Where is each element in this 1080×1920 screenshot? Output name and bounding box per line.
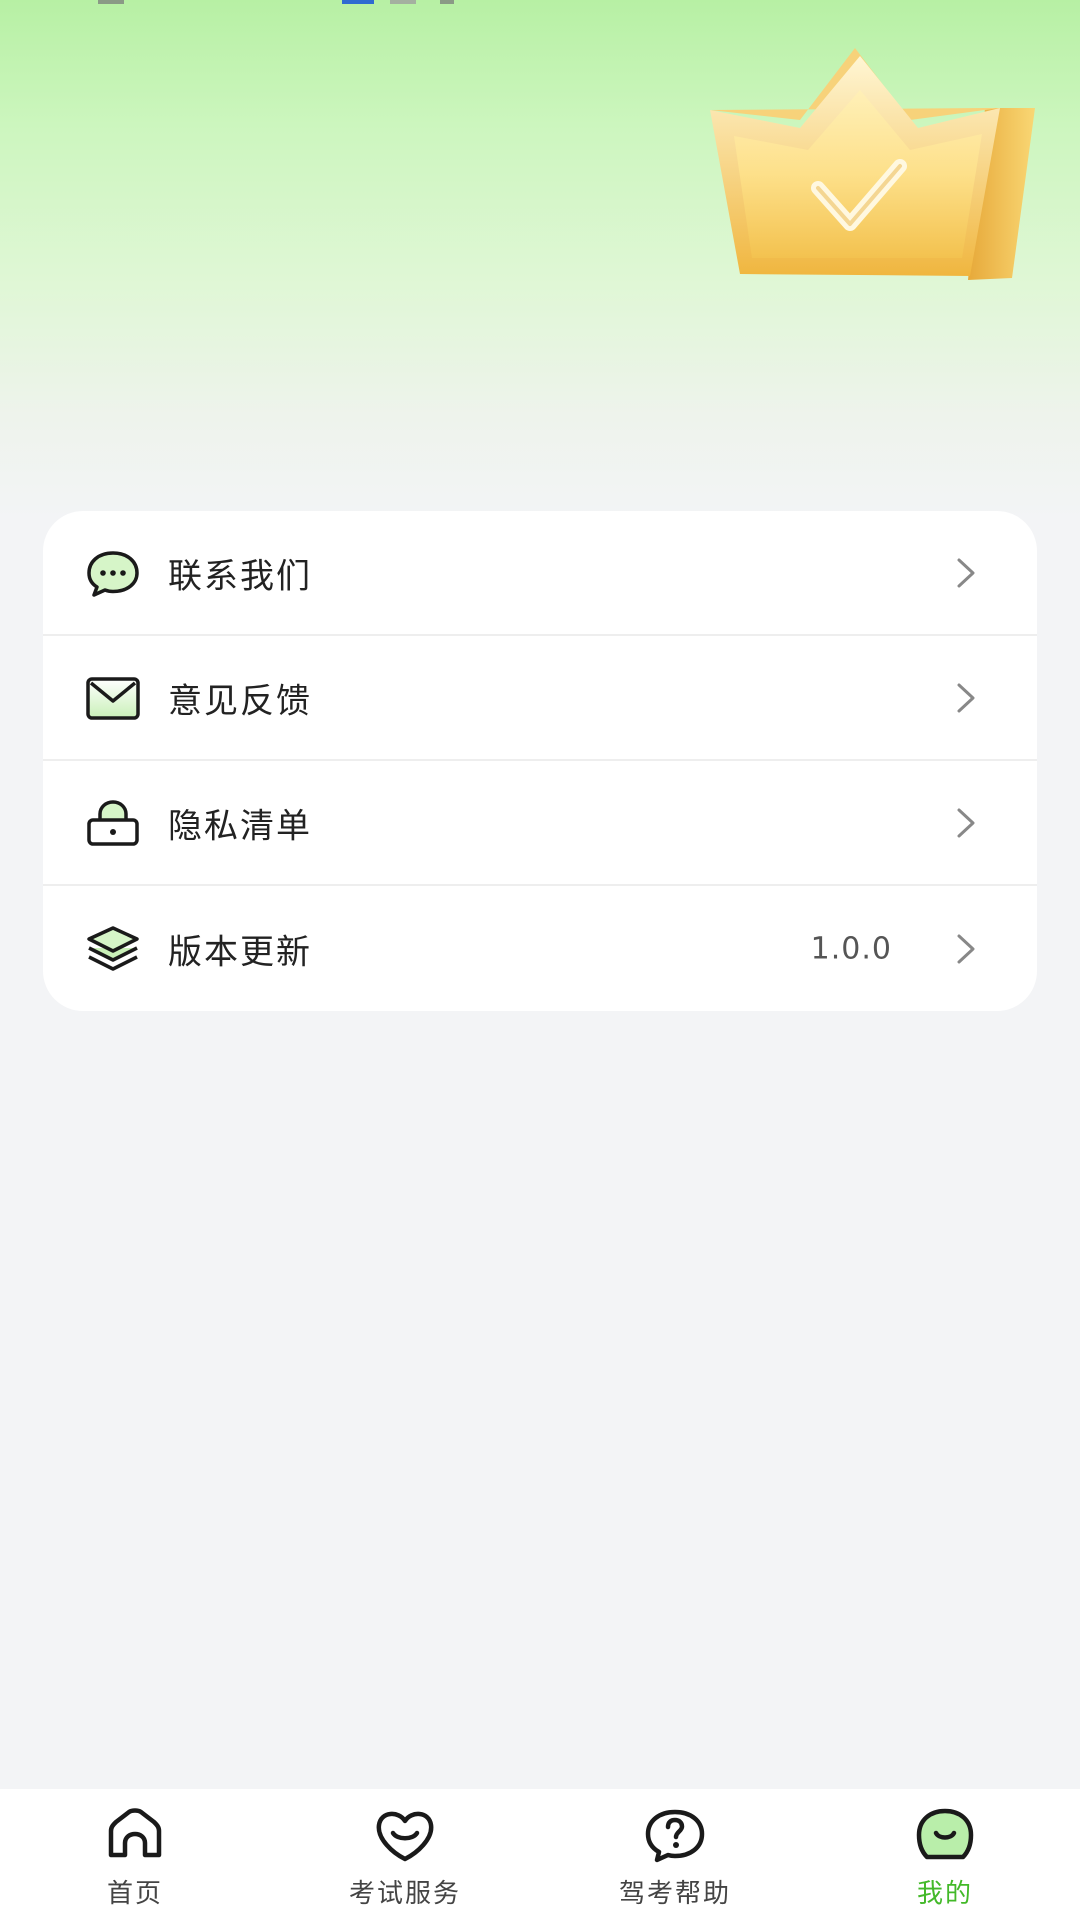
menu-item-privacy-list[interactable]: 隐私清单 [43, 761, 1037, 886]
version-number: 1.0.0 [810, 931, 892, 966]
menu-item-label: 版本更新 [168, 932, 312, 972]
lock-icon [87, 799, 139, 846]
chevron-right-icon [957, 558, 975, 587]
tab-home[interactable]: 首页 [0, 1789, 270, 1920]
profile-page: 联系我们 意见反馈 隐私清单 版本更新 1.0.0 首页 考试服务 驾考帮助 我… [0, 0, 1080, 1920]
tab-label: 驾考帮助 [618, 1879, 731, 1909]
chevron-right-icon [957, 934, 975, 963]
crown-check-icon [710, 48, 1035, 280]
tab-label: 考试服务 [348, 1879, 461, 1909]
bottom-tab-bar: 首页 考试服务 驾考帮助 我的 [0, 1789, 1080, 1920]
menu-item-label: 联系我们 [168, 556, 312, 596]
profile-icon [916, 1808, 974, 1860]
tab-driving-help[interactable]: 驾考帮助 [540, 1789, 810, 1920]
menu-item-feedback[interactable]: 意见反馈 [43, 636, 1037, 761]
menu-item-label: 意见反馈 [168, 681, 312, 721]
heart-smile-icon [376, 1811, 434, 1862]
tab-label: 我的 [916, 1879, 973, 1909]
menu-item-version-update[interactable]: 版本更新 1.0.0 [43, 886, 1037, 1011]
help-bubble-icon [645, 1809, 705, 1863]
chat-bubble-icon [87, 550, 139, 597]
menu-item-contact-us[interactable]: 联系我们 [43, 511, 1037, 636]
chevron-right-icon [957, 683, 975, 712]
chevron-right-icon [957, 808, 975, 837]
status-bar-fragments [98, 0, 454, 4]
settings-menu-card: 联系我们 意见反馈 隐私清单 版本更新 1.0.0 [43, 511, 1037, 1011]
layers-icon [87, 925, 139, 971]
tab-mine[interactable]: 我的 [810, 1789, 1080, 1920]
home-icon [108, 1808, 162, 1858]
menu-item-label: 隐私清单 [168, 806, 312, 846]
mail-icon [86, 676, 140, 720]
tab-label: 首页 [106, 1879, 163, 1909]
tab-exam-service[interactable]: 考试服务 [270, 1789, 540, 1920]
